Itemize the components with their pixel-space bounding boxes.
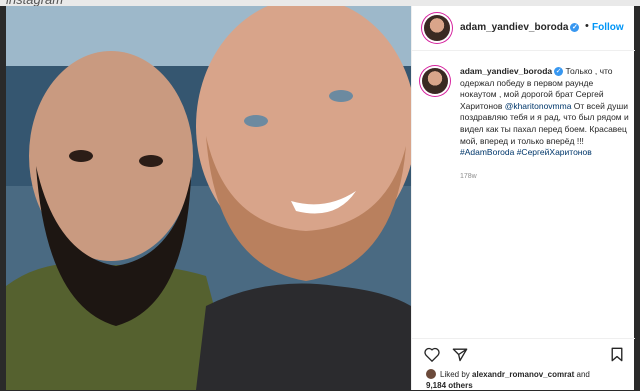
hashtags-link[interactable]: #AdamBoroda #СергейХаритонов (460, 147, 592, 157)
liker-username[interactable]: alexandr_romanov_comrat (472, 370, 574, 379)
likes-prefix: Liked by (440, 370, 473, 379)
follow-button[interactable]: Follow (592, 22, 624, 33)
caption-username[interactable]: adam_yandiev_boroda (460, 66, 552, 76)
caption: adam_yandiev_boroda ✓ Только , что одержа… (422, 66, 630, 180)
caption-avatar[interactable] (422, 68, 448, 94)
avatar[interactable] (424, 15, 450, 41)
caption-verified-icon: ✓ (554, 67, 564, 76)
post-header: adam_yandiev_boroda ✓ • Follow (412, 6, 635, 51)
header-username[interactable]: adam_yandiev_boroda ✓ (460, 22, 580, 33)
likes-count[interactable]: 9,184 others (426, 381, 473, 390)
post-time: 178w (460, 172, 477, 180)
likes-summary: Liked by alexandr_romanov_comrat and 9,1… (426, 369, 590, 391)
share-icon[interactable] (452, 347, 468, 362)
heart-icon[interactable] (424, 347, 440, 362)
action-bar (412, 338, 635, 369)
likes-and: and (574, 370, 590, 379)
photo-illustration (6, 6, 411, 390)
separator-dot: • (585, 20, 589, 32)
liker-avatar[interactable] (426, 369, 436, 379)
instagram-post: adam_yandiev_boroda ✓ • Follow adam_yandi… (6, 6, 635, 390)
verified-icon: ✓ (570, 23, 580, 32)
bookmark-icon[interactable] (610, 347, 624, 362)
header-username-text[interactable]: adam_yandiev_boroda (460, 22, 568, 33)
post-sidebar: adam_yandiev_boroda ✓ • Follow adam_yandi… (411, 6, 635, 390)
caption-text: adam_yandiev_boroda ✓ Только , что одержа… (460, 66, 630, 159)
post-photo (6, 6, 411, 390)
mention-link[interactable]: @kharitonovmma (505, 101, 572, 111)
